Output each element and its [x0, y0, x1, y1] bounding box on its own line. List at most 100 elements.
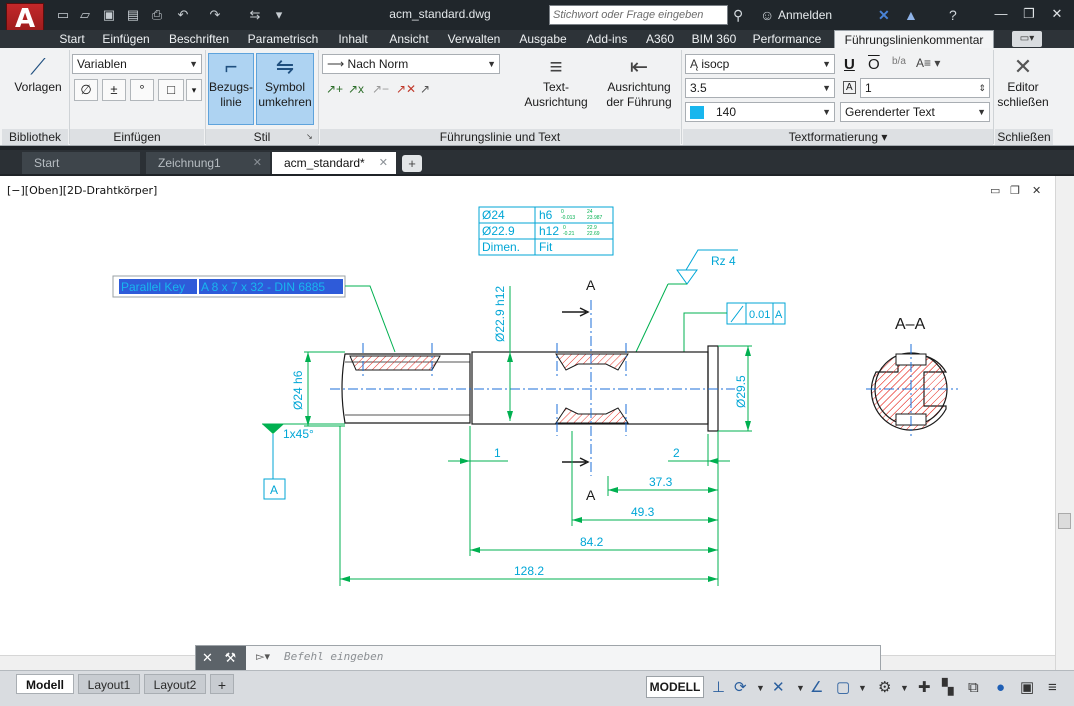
tab-a360[interactable]: A360	[640, 30, 680, 48]
new-file-icon[interactable]: ▭	[54, 6, 72, 24]
vorlagen-button[interactable]: ⟋ Vorlagen	[10, 54, 66, 118]
font-dropdown[interactable]: Ą isocp ▼	[685, 54, 835, 74]
tab-ausgabe[interactable]: Ausgabe	[512, 30, 574, 48]
isolate-icon[interactable]: ⧉	[968, 679, 979, 697]
hardware-acceleration-icon[interactable]: ●	[996, 679, 1005, 697]
scroll-thumb[interactable]	[1058, 513, 1071, 529]
vertical-scrollbar[interactable]	[1055, 176, 1074, 670]
panel-launcher-icon[interactable]: ↘	[306, 132, 313, 141]
undo-icon[interactable]: ↶	[174, 6, 192, 24]
command-input[interactable]: Befehl eingeben	[284, 650, 383, 663]
layout-tab-modell[interactable]: Modell	[16, 674, 74, 694]
tab-verwalten[interactable]: Verwalten	[442, 30, 506, 48]
width-factor-input[interactable]: 1 ⇕	[860, 78, 990, 98]
frame-symbol-button[interactable]: □	[158, 79, 184, 101]
settings-gear-icon[interactable]: ⚙	[878, 679, 891, 697]
redo-icon[interactable]: ↷	[206, 6, 224, 24]
chevron-down-icon[interactable]: ▼	[858, 679, 867, 697]
nach-norm-dropdown[interactable]: ⟶ Nach Norm ▼	[322, 54, 500, 74]
symbol-umkehren-button[interactable]: ⇋ Symbol umkehren	[256, 53, 314, 125]
tab-parametrisch[interactable]: Parametrisch	[242, 30, 324, 48]
osnap-icon[interactable]: ▢	[836, 679, 850, 697]
tab-inhalt[interactable]: Inhalt	[330, 30, 376, 48]
bezugslinie-button[interactable]: ⌐ Bezugs- linie	[208, 53, 254, 125]
doc-tab-zeichnung1[interactable]: Zeichnung1 ✕	[146, 152, 270, 174]
underline-icon[interactable]: U	[844, 56, 855, 73]
search-input[interactable]: Stichwort oder Frage eingeben	[549, 5, 728, 25]
tab-bim360[interactable]: BIM 360	[686, 30, 742, 48]
polar-icon[interactable]: ∠	[810, 679, 823, 697]
share-icon[interactable]: ⇆	[246, 6, 264, 24]
degree-symbol-button[interactable]: °	[130, 79, 154, 101]
doc-tab-acm-standard[interactable]: acm_standard* ✕	[272, 152, 396, 174]
close-command-icon[interactable]: ✕	[202, 650, 213, 665]
maximize-button[interactable]: ❐	[1018, 4, 1040, 24]
chevron-down-icon[interactable]: ▼	[756, 679, 765, 697]
doc-tab-start[interactable]: Start	[22, 152, 140, 174]
chevron-down-icon[interactable]: ▼	[900, 679, 909, 697]
print-icon[interactable]: ⎙	[148, 6, 166, 24]
save-icon[interactable]: ▣	[100, 6, 118, 24]
section-view[interactable]	[866, 344, 958, 436]
close-editor-icon: ✕	[1013, 54, 1033, 79]
tab-start[interactable]: Start	[52, 30, 92, 48]
overline-icon[interactable]: O	[868, 56, 880, 73]
workspace-icon[interactable]: ▚	[942, 679, 954, 697]
close-tab-icon[interactable]: ✕	[253, 152, 262, 174]
new-tab-button[interactable]: +	[402, 155, 422, 172]
symbol-dropdown-button[interactable]: ▾	[186, 79, 202, 101]
text-ausrichtung-button[interactable]: ≡ Text- Ausrichtung	[520, 54, 592, 124]
remove-vertex-icon[interactable]: ↗−	[372, 82, 389, 96]
ortho-icon[interactable]: ✕	[772, 679, 785, 697]
clean-screen-icon[interactable]: ▣	[1020, 679, 1034, 697]
tab-performance[interactable]: Performance	[748, 30, 826, 48]
layout-tab-layout1[interactable]: Layout1	[78, 674, 140, 694]
minimize-button[interactable]: —	[990, 4, 1012, 24]
grid-icon[interactable]: ⊥	[712, 679, 725, 697]
remove-leader-icon[interactable]: ↗✕	[396, 82, 416, 96]
a360-icon[interactable]: ▲	[904, 6, 918, 24]
chevron-down-icon[interactable]: ▼	[796, 679, 805, 697]
tab-ansicht[interactable]: Ansicht	[382, 30, 436, 48]
spinner-icon[interactable]: ⇕	[978, 79, 986, 97]
diameter-symbol-button[interactable]: ∅	[74, 79, 98, 101]
ausrichtung-fuehrung-button[interactable]: ⇤ Ausrichtung der Führung	[602, 54, 676, 124]
quick-access-dropdown-icon[interactable]: ▾	[270, 6, 288, 24]
add-vertex-icon[interactable]: ↗x	[348, 82, 364, 96]
tol-cell: h6	[539, 208, 553, 222]
crosshair-icon[interactable]: ✚	[918, 679, 931, 697]
login-button[interactable]: Anmelden	[778, 8, 832, 22]
customization-menu-icon[interactable]: ≡	[1048, 679, 1057, 697]
section-marker-bottom: A	[586, 487, 596, 503]
tab-add-ins[interactable]: Add-ins	[580, 30, 634, 48]
binoculars-icon[interactable]: ⚲	[733, 6, 743, 24]
close-tab-icon[interactable]: ✕	[379, 152, 388, 174]
drawing-canvas[interactable]: [−][Oben][2D-Drahtkörper] ▭ ❐ ✕ Ø24 h6 Ø…	[0, 176, 1074, 670]
tab-beschriften[interactable]: Beschriften	[162, 30, 236, 48]
variablen-dropdown[interactable]: Variablen ▼	[72, 54, 202, 74]
editor-schliessen-button[interactable]: ✕ Editor schließen	[996, 54, 1050, 124]
ribbon-display-toggle[interactable]: ▭▾	[1012, 31, 1042, 47]
tab-einfuegen[interactable]: Einfügen	[96, 30, 156, 48]
text-height-dropdown[interactable]: 3.5 ▼	[685, 78, 835, 98]
chevron-down-icon: ▼	[822, 107, 831, 117]
close-window-button[interactable]: ✕	[1046, 4, 1068, 24]
leader-arc-icon[interactable]: ↗	[420, 82, 430, 96]
add-layout-button[interactable]: +	[210, 674, 234, 694]
exchange-apps-icon[interactable]: ✕	[878, 6, 890, 24]
tab-fuehrungslinienkommentar[interactable]: Führungslinienkommentar	[834, 30, 994, 48]
customize-icon[interactable]: ⚒	[225, 650, 237, 665]
parallel-key-leader[interactable]: Parallel Key A 8 x 7 x 32 - DIN 6885	[112, 275, 396, 353]
text-color-dropdown[interactable]: 140 ▼	[685, 102, 835, 122]
layout-tab-layout2[interactable]: Layout2	[144, 674, 206, 694]
text-case-icon[interactable]: A≡ ▾	[916, 56, 940, 70]
save-as-icon[interactable]: ▤	[124, 6, 142, 24]
help-icon[interactable]: ?	[949, 6, 957, 24]
snap-icon[interactable]: ⟳	[734, 679, 747, 697]
add-leader-icon[interactable]: ↗+	[326, 82, 343, 96]
stack-icon[interactable]: b/a	[892, 56, 906, 67]
model-space-button[interactable]: MODELL	[646, 676, 704, 698]
open-folder-icon[interactable]: ▱	[76, 6, 94, 24]
plus-minus-symbol-button[interactable]: ±	[102, 79, 126, 101]
text-style-dropdown[interactable]: Gerenderter Text ▼	[840, 102, 990, 122]
